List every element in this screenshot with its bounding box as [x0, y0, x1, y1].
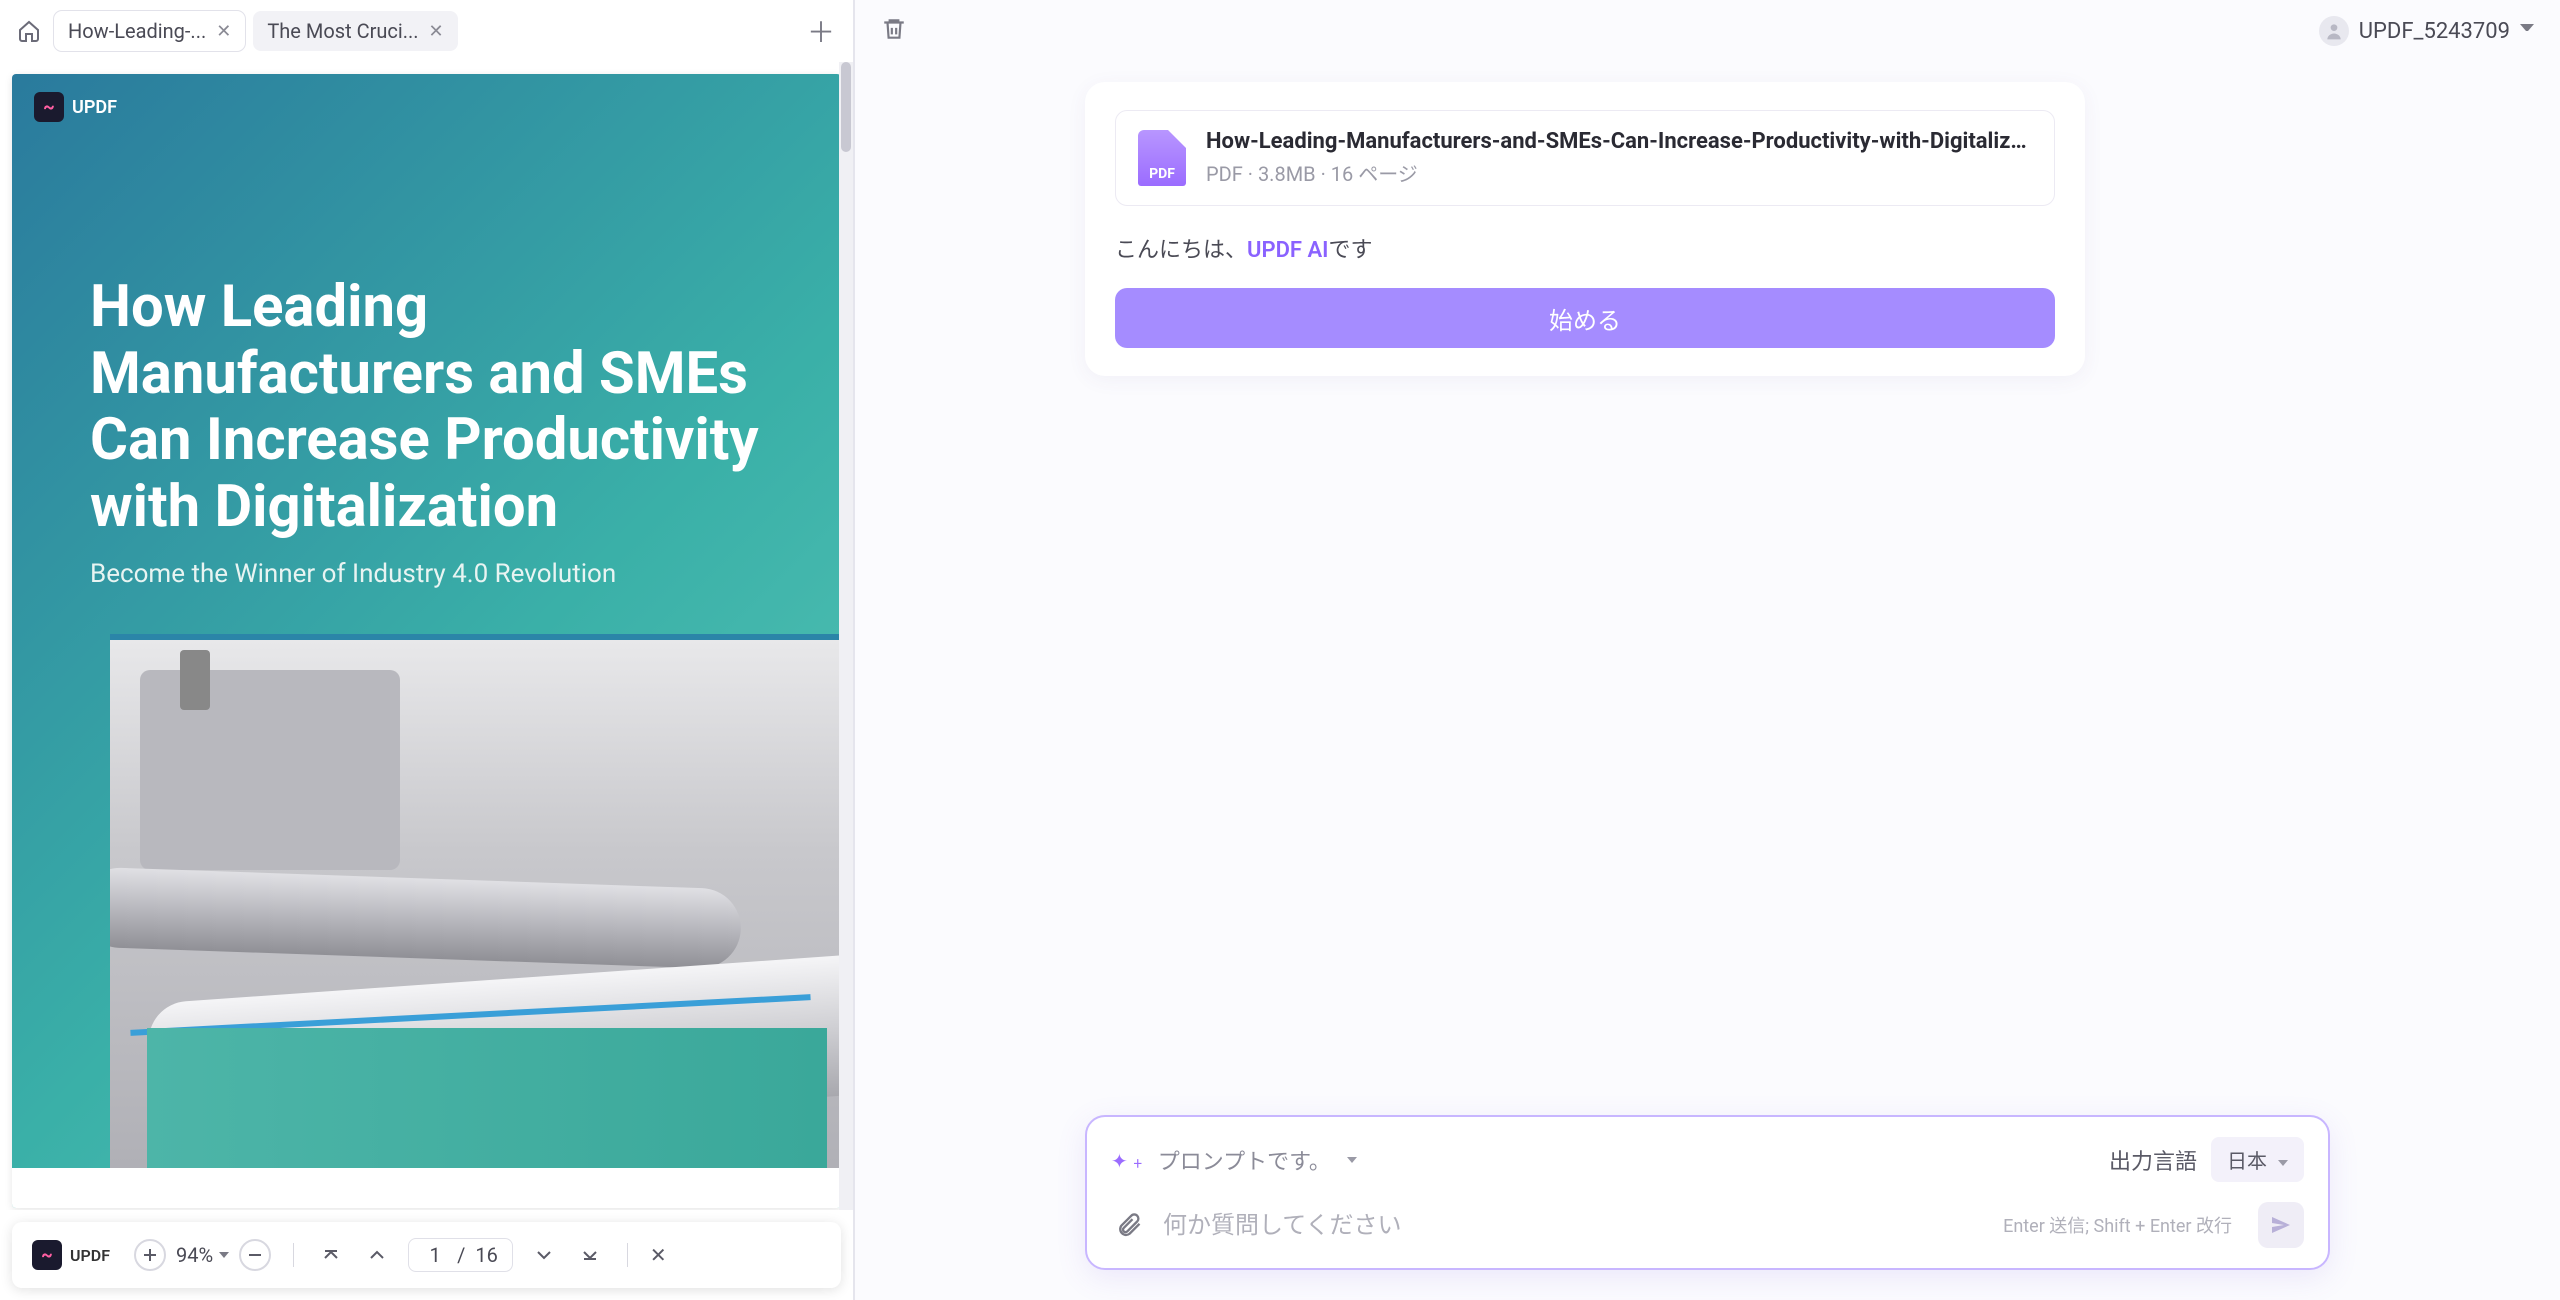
pdf-page-1: UPDF How Leading Manufacturers and SMEs …	[12, 74, 841, 1208]
decor-bottom	[12, 1168, 841, 1208]
page-sep: /	[457, 1243, 465, 1267]
file-chip[interactable]: PDF How-Leading-Manufacturers-and-SMEs-C…	[1115, 110, 2055, 206]
viewer-toolbar: UPDF 94% / 16	[12, 1222, 841, 1288]
file-info: How-Leading-Manufacturers-and-SMEs-Can-I…	[1206, 129, 2032, 187]
zoom-value-dropdown[interactable]: 94%	[176, 1243, 229, 1267]
tab-1[interactable]: How-Leading-... ✕	[54, 11, 245, 51]
divider	[627, 1243, 628, 1267]
toolbar-brand: UPDF	[32, 1240, 110, 1270]
prompt-type-label: プロンプトです。	[1158, 1144, 1331, 1176]
last-page-button[interactable]	[575, 1240, 605, 1270]
pdf-icon-label: PDF	[1149, 166, 1175, 182]
chat-scroll-area[interactable]: PDF How-Leading-Manufacturers-and-SMEs-C…	[855, 62, 2560, 1115]
pdf-file-icon: PDF	[1138, 130, 1186, 186]
delete-button[interactable]	[881, 16, 911, 46]
user-name-label: UPDF_5243709	[2359, 19, 2510, 44]
next-page-button[interactable]	[529, 1240, 559, 1270]
ai-chat-panel: UPDF_5243709 PDF How-Leading-Manufacture…	[855, 0, 2560, 1300]
zoom-in-button[interactable]	[134, 1239, 166, 1271]
start-button[interactable]: 始める	[1115, 288, 2055, 348]
chat-input[interactable]	[1163, 1211, 1987, 1239]
doc-title: How Leading Manufacturers and SMEs Can I…	[90, 274, 781, 541]
doc-brand-text: UPDF	[72, 97, 117, 118]
updf-logo-icon	[34, 92, 64, 122]
chat-input-dock: ✦﹢ プロンプトです。 出力言語 日本 Enter 送信; Shift + En…	[1085, 1115, 2330, 1270]
tab-1-label: How-Leading-...	[68, 19, 206, 43]
document-viewer[interactable]: UPDF How Leading Manufacturers and SMEs …	[0, 62, 853, 1210]
attach-button[interactable]	[1111, 1207, 1147, 1243]
zoom-value: 94%	[176, 1243, 213, 1267]
viewer-scrollbar[interactable]	[839, 62, 853, 1210]
add-tab-button[interactable]: ＋	[801, 11, 841, 51]
output-lang-select[interactable]: 日本	[2211, 1137, 2304, 1182]
input-toolbar: ✦﹢ プロンプトです。 出力言語 日本	[1107, 1133, 2308, 1192]
greeting-text: こんにちは、UPDF AIです	[1115, 232, 2055, 264]
output-lang-label: 出力言語	[2109, 1144, 2197, 1176]
first-page-button[interactable]	[316, 1240, 346, 1270]
page-total: 16	[475, 1243, 497, 1267]
chevron-down-icon	[1341, 1147, 1357, 1172]
chevron-down-icon	[2272, 1149, 2288, 1173]
toolbar-brand-text: UPDF	[70, 1246, 110, 1265]
input-row: Enter 送信; Shift + Enter 改行	[1107, 1192, 2308, 1252]
chat-top-bar: UPDF_5243709	[855, 0, 2560, 62]
doc-cover-text: How Leading Manufacturers and SMEs Can I…	[90, 274, 781, 589]
chat-welcome-card: PDF How-Leading-Manufacturers-and-SMEs-C…	[1085, 82, 2085, 376]
zoom-controls: 94%	[134, 1239, 271, 1271]
toolbar-close-button[interactable]: ✕	[650, 1243, 667, 1267]
sparkle-icon: ✦﹢	[1111, 1145, 1148, 1174]
tab-2[interactable]: The Most Cruci... ✕	[253, 11, 457, 51]
output-lang-value: 日本	[2227, 1149, 2267, 1173]
file-meta: PDF · 3.8MB · 16 ページ	[1206, 158, 2032, 187]
viewer-scrollbar-thumb[interactable]	[841, 62, 851, 152]
doc-subtitle: Become the Winner of Industry 4.0 Revolu…	[90, 559, 781, 589]
output-language-block: 出力言語 日本	[2109, 1137, 2304, 1182]
greeting-prefix: こんにちは、	[1115, 238, 1247, 263]
tab-2-close[interactable]: ✕	[429, 21, 444, 42]
zoom-out-button[interactable]	[239, 1239, 271, 1271]
home-button[interactable]	[12, 14, 46, 48]
greeting-brand: UPDF AI	[1247, 238, 1328, 263]
tab-2-label: The Most Cruci...	[267, 19, 418, 43]
updf-logo-icon	[32, 1240, 62, 1270]
prompt-type-dropdown[interactable]: ✦﹢ プロンプトです。	[1111, 1144, 1357, 1176]
document-panel: How-Leading-... ✕ The Most Cruci... ✕ ＋ …	[0, 0, 855, 1300]
page-current-input[interactable]	[423, 1243, 447, 1267]
tab-1-close[interactable]: ✕	[216, 21, 231, 42]
file-name: How-Leading-Manufacturers-and-SMEs-Can-I…	[1206, 129, 2032, 154]
avatar-icon	[2319, 16, 2349, 46]
tab-bar: How-Leading-... ✕ The Most Cruci... ✕ ＋	[0, 0, 853, 62]
greeting-suffix: です	[1328, 238, 1372, 263]
chevron-down-icon	[2520, 24, 2534, 38]
user-menu[interactable]: UPDF_5243709	[2319, 16, 2534, 46]
send-hint: Enter 送信; Shift + Enter 改行	[2003, 1212, 2232, 1238]
doc-brand-badge: UPDF	[34, 92, 117, 122]
send-button[interactable]	[2258, 1202, 2304, 1248]
divider	[293, 1243, 294, 1267]
prev-page-button[interactable]	[362, 1240, 392, 1270]
page-indicator: / 16	[408, 1238, 513, 1272]
